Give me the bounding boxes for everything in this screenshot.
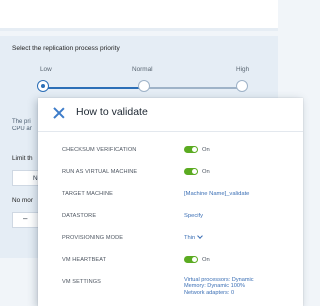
run-as-vm-toggle[interactable] <box>184 168 198 175</box>
target-machine-label: TARGET MACHINE <box>62 191 113 197</box>
vm-settings-label: VM SETTINGS <box>62 279 102 285</box>
top-bar <box>0 0 278 30</box>
vm-heartbeat-state: On <box>202 257 210 263</box>
minus-icon: – <box>23 214 28 223</box>
limit-label: Limit th <box>12 155 33 162</box>
priority-title: Select the replication process priority <box>12 45 120 52</box>
datastore-link[interactable]: Specify <box>184 213 203 219</box>
row-vm-heartbeat: VM HEARTBEAT On <box>38 251 303 273</box>
priority-label-low: Low <box>40 66 52 73</box>
row-datastore: DATASTORE Specify <box>38 207 303 229</box>
dialog-header: How to validate <box>38 98 303 132</box>
how-to-validate-dialog: How to validate CHECKSUM VERIFICATION On… <box>38 98 303 306</box>
limit-field[interactable]: No <box>12 170 40 186</box>
priority-description-line1: The pri <box>12 119 31 125</box>
row-provisioning-mode: PROVISIONING MODE Thin <box>38 229 303 251</box>
vm-settings-link[interactable]: Virtual processors: Dynamic Memory: Dyna… <box>184 277 296 296</box>
chevron-down-icon <box>197 233 204 239</box>
provisioning-mode-dropdown[interactable]: Thin <box>184 233 204 241</box>
row-vm-settings: VM SETTINGS Virtual processors: Dynamic … <box>38 273 303 303</box>
target-machine-link[interactable]: [Machine Name]_validate <box>184 191 249 197</box>
vm-heartbeat-label: VM HEARTBEAT <box>62 257 107 263</box>
vm-heartbeat-toggle[interactable] <box>184 256 198 263</box>
dialog-title: How to validate <box>76 106 148 118</box>
priority-label-normal: Normal <box>132 66 153 73</box>
provisioning-mode-value: Thin <box>184 235 196 241</box>
priority-label-high: High <box>236 66 250 73</box>
priority-option-low[interactable] <box>37 80 49 92</box>
checksum-verification-toggle[interactable] <box>184 146 198 153</box>
close-icon[interactable] <box>53 107 65 119</box>
top-bar-border <box>0 28 278 31</box>
decrement-button[interactable]: – <box>12 212 40 228</box>
header-divider <box>38 131 303 132</box>
row-target-machine: TARGET MACHINE [Machine Name]_validate <box>38 185 303 207</box>
provisioning-mode-label: PROVISIONING MODE <box>62 235 124 241</box>
row-checksum-verification: CHECKSUM VERIFICATION On <box>38 141 303 163</box>
checksum-verification-label: CHECKSUM VERIFICATION <box>62 147 137 153</box>
priority-slider-fill <box>44 87 144 89</box>
priority-description-line2: CPU an <box>12 126 32 132</box>
checksum-verification-state: On <box>202 147 210 153</box>
datastore-label: DATASTORE <box>62 213 97 219</box>
priority-option-normal[interactable] <box>138 80 150 92</box>
priority-option-high[interactable] <box>236 80 248 92</box>
run-as-vm-state: On <box>202 169 210 175</box>
vm-settings-network: Network adapters: 0 <box>184 289 235 296</box>
run-as-vm-label: RUN AS VIRTUAL MACHINE <box>62 169 138 175</box>
no-more-label: No mor <box>12 197 33 204</box>
row-run-as-vm: RUN AS VIRTUAL MACHINE On <box>38 163 303 185</box>
